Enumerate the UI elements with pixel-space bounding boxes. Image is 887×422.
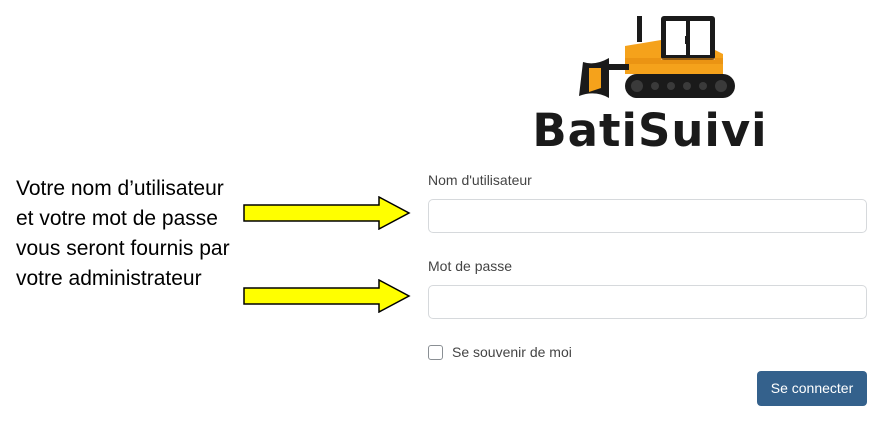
username-label: Nom d'utilisateur [428, 172, 532, 188]
remember-me-label: Se souvenir de moi [452, 344, 572, 360]
username-input[interactable] [428, 199, 867, 233]
brand-logo: BatiSuivi [520, 8, 780, 158]
instruction-note: Votre nom d’utilisateur et votre mot de … [16, 177, 230, 290]
login-page: BatiSuivi Votre nom d’utilisateur et vot… [0, 0, 887, 422]
password-input[interactable] [428, 285, 867, 319]
brand-name: BatiSuivi [532, 104, 768, 157]
password-label: Mot de passe [428, 258, 513, 274]
login-button[interactable]: Se connecter [757, 371, 867, 406]
arrow-right-icon [243, 196, 411, 230]
arrow-right-icon [243, 279, 411, 313]
remember-me-row[interactable]: Se souvenir de moi [428, 342, 572, 362]
remember-me-checkbox[interactable] [428, 344, 443, 360]
bulldozer-icon [579, 16, 735, 98]
